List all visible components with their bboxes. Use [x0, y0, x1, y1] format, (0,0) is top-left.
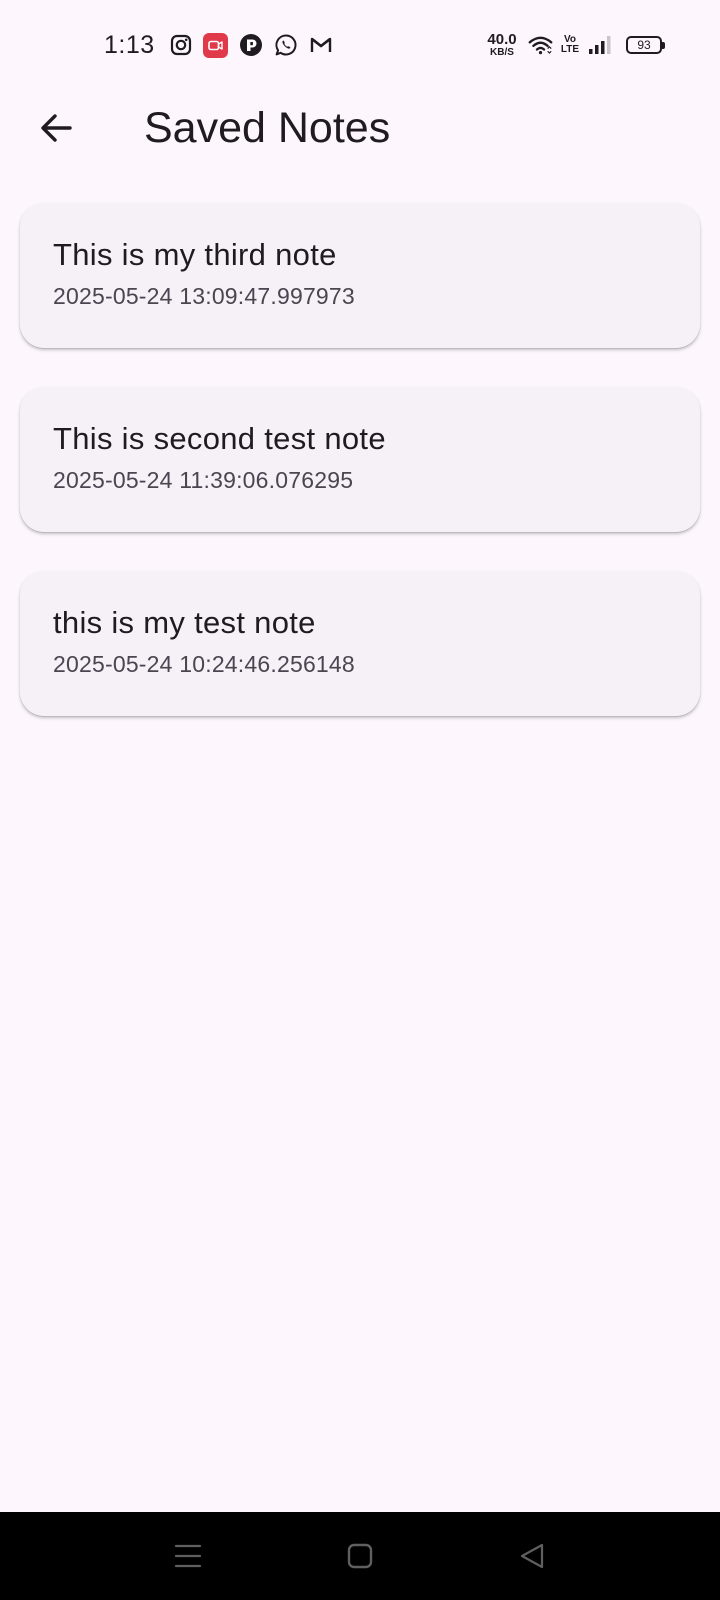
note-date: 2025-05-24 11:39:06.076295 [53, 467, 354, 493]
network-speed-value: 40.0 [487, 31, 517, 48]
back-button[interactable] [26, 98, 86, 158]
wifi-icon [528, 33, 553, 58]
gmail-icon [308, 33, 333, 58]
notification-icons [168, 30, 333, 60]
system-status-icons: 40.0 KB/S Vo LTE 93 [484, 29, 665, 61]
recent-apps-button[interactable] [164, 1532, 212, 1580]
volte-bottom-label: LTE [560, 44, 580, 55]
arrow-back-icon [41, 114, 72, 142]
volte-indicator: Vo LTE [561, 35, 579, 55]
notes-list: This is my third note 2025-05-24 13:09:4… [20, 203, 700, 755]
network-speed-unit: KB/S [490, 47, 514, 58]
network-speed: 40.0 KB/S [484, 32, 520, 58]
note-title: This is my third note [53, 237, 337, 272]
battery-icon: 93 [626, 36, 665, 54]
note-date: 2025-05-24 10:24:46.256148 [53, 651, 355, 677]
note-card[interactable]: This is my third note 2025-05-24 13:09:4… [20, 203, 700, 348]
app-notification-icon [238, 33, 263, 58]
status-bar: 1:13 40.0 KB/S Vo LTE 93 [0, 0, 720, 90]
note-card[interactable]: This is second test note 2025-05-24 11:3… [20, 387, 700, 532]
note-title: This is second test note [53, 421, 386, 456]
battery-level: 93 [637, 38, 651, 52]
back-nav-button[interactable] [508, 1532, 556, 1580]
app-bar: Saved Notes [0, 90, 720, 166]
note-card[interactable]: this is my test note 2025-05-24 10:24:46… [20, 571, 700, 716]
triangle-back-icon [520, 1543, 544, 1569]
note-date: 2025-05-24 13:09:47.997973 [53, 283, 355, 309]
note-title: this is my test note [53, 605, 316, 640]
page-title: Saved Notes [144, 104, 391, 152]
home-button[interactable] [336, 1532, 384, 1580]
status-time: 1:13 [104, 31, 155, 59]
screen-recorder-icon [203, 32, 228, 58]
menu-lines-icon [174, 1544, 202, 1568]
whatsapp-icon [273, 33, 298, 58]
instagram-icon [168, 33, 193, 58]
cellular-signal-icon [587, 33, 612, 58]
square-home-icon [347, 1543, 373, 1569]
system-nav-bar [0, 1512, 720, 1600]
